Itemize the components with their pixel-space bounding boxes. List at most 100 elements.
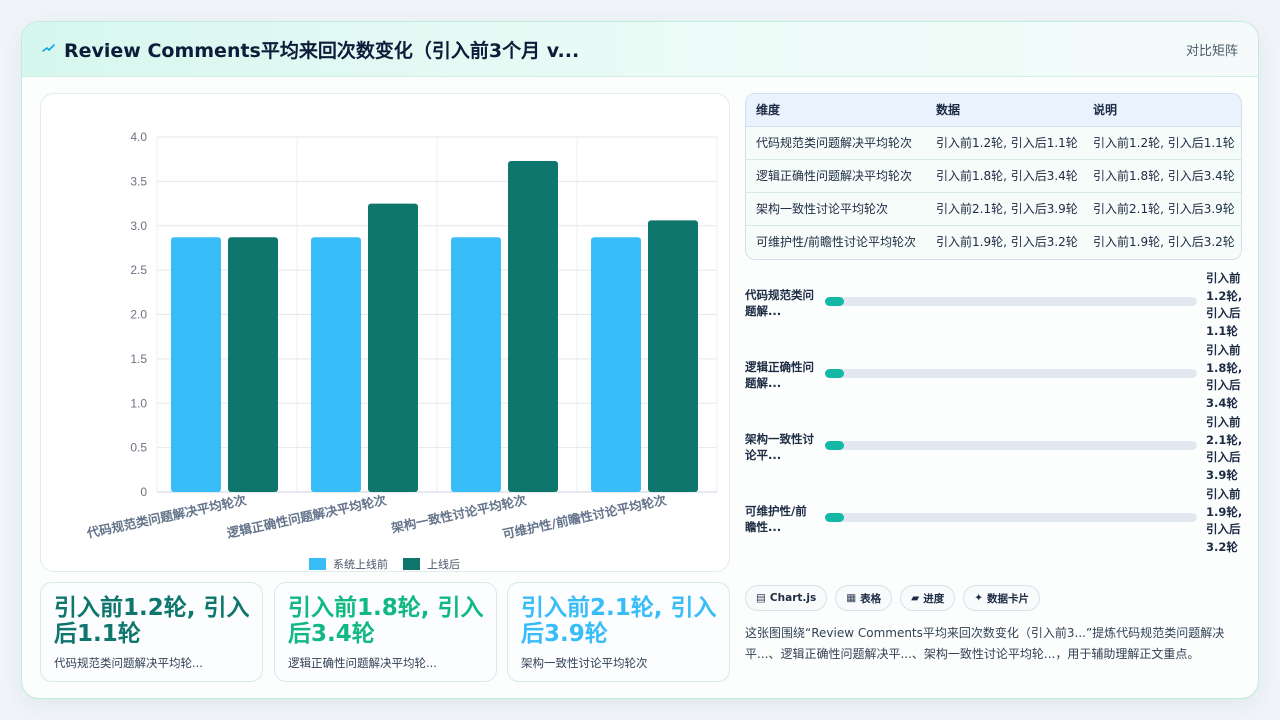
table-row: 可维护性/前瞻性讨论平均轮次 引入前1.9轮, 引入后3.2轮 引入前1.9轮,… [746,225,1241,258]
chip-row: ▤ Chart.js ▦ 表格 ▰ 进度 ✦ 数据卡片 [745,585,1041,611]
progress-fill [825,441,844,450]
y-tick-label: 0.5 [130,441,147,455]
progress-label-line: 架构一致性讨 [745,432,814,446]
table-header-cell: 说明 [1083,94,1241,127]
progress-value-line: 3.9轮 [1206,467,1238,482]
bar [368,203,418,492]
progress-value-line: 3.2轮 [1206,539,1238,554]
bar [228,237,278,492]
table-row: 逻辑正确性问题解决平均轮次 引入前1.8轮, 引入后3.4轮 引入前1.8轮, … [746,159,1241,193]
table-cell: 引入前1.2轮, 引入后1.1轮 [926,126,1083,160]
table-header-cell: 数据 [926,94,1083,127]
progress-label: 可维护性/前 瞻性... [745,503,821,535]
y-tick-label: 2.0 [130,308,147,322]
table-cell: 代码规范类问题解决平均轮次 [746,126,926,160]
x-tick-label: 逻辑正确性问题解决平均轮次 [226,492,389,541]
chip-table[interactable]: ▦ 表格 [835,585,893,611]
progress-label-line: 可维护性/前 [745,504,807,518]
chip-label: Chart.js [769,592,817,604]
table-cell: 引入前1.9轮, 引入后3.2轮 [1083,225,1241,258]
stat-label: 逻辑正确性问题解决平均轮... [288,656,437,670]
progress-value-line: 引入后 [1206,450,1241,464]
bar [508,160,558,492]
progress-value-line: 引入后 [1206,378,1241,392]
progress-label-line: 逻辑正确性问 [745,360,814,374]
y-tick-label: 4.0 [130,130,147,144]
progress-value-line: 1.8轮, [1206,360,1243,375]
progress-value-line: 引入后 [1206,522,1241,536]
progress-value-line: 引入后 [1206,306,1241,320]
table-cell: 引入前1.8轮, 引入后3.4轮 [1083,159,1241,193]
progress-value-line: 1.9轮, [1206,504,1243,519]
legend-swatch [403,558,420,570]
progress-label-line: 论平... [745,448,782,462]
legend-swatch [309,558,326,570]
progress-value-line: 3.4轮 [1206,395,1238,410]
table-row: 代码规范类问题解决平均轮次 引入前1.2轮, 引入后1.1轮 引入前1.2轮, … [746,126,1241,160]
table-cell: 架构一致性讨论平均轮次 [746,192,926,226]
chart-icon: ▤ [756,592,766,604]
y-tick-label: 0 [140,485,147,499]
progress-row: 可维护性/前 瞻性... 引入前 1.9轮, 引入后 3.2轮 [745,486,1242,554]
progress-track [825,441,1197,450]
progress-row: 代码规范类问 题解... 引入前 1.2轮, 引入后 1.1轮 [745,270,1242,338]
progress-value: 引入前 1.2轮, 引入后 1.1轮 [1206,270,1246,340]
bar [311,237,361,492]
table-cell: 可维护性/前瞻性讨论平均轮次 [746,225,926,258]
sparkle-icon: ✦ [974,592,984,604]
y-tick-label: 3.0 [130,219,147,233]
page-title: Review Comments平均来回次数变化（引入前3个月 v... [64,39,580,62]
progress-track [825,369,1197,378]
progress-track [825,513,1197,522]
progress-row: 逻辑正确性问 题解... 引入前 1.8轮, 引入后 3.4轮 [745,342,1242,410]
progress-row: 架构一致性讨 论平... 引入前 2.1轮, 引入后 3.9轮 [745,414,1242,482]
progress-fill [825,513,844,522]
progress-label: 逻辑正确性问 题解... [745,359,821,391]
progress-label-line: 瞻性... [745,520,782,534]
progress-value: 引入前 2.1轮, 引入后 3.9轮 [1206,414,1246,484]
progress-value: 引入前 1.9轮, 引入后 3.2轮 [1206,486,1246,556]
description-text: 这张图围绕“Review Comments平均来回次数变化（引入前3...”提炼… [745,626,1225,661]
progress-value: 引入前 1.8轮, 引入后 3.4轮 [1206,342,1246,412]
chip-label: 进度 [923,592,945,605]
chip-chartjs[interactable]: ▤ Chart.js [745,585,828,611]
y-tick-label: 2.5 [130,263,147,277]
progress-label: 架构一致性讨 论平... [745,431,821,463]
pulse-icon [42,44,55,52]
stat-value: 引入前1.2轮, 引入后1.1轮 [54,595,250,647]
chip-data-cards[interactable]: ✦ 数据卡片 [963,585,1041,611]
stat-value: 引入前2.1轮, 引入后3.9轮 [521,595,717,647]
table-icon: ▦ [846,592,857,604]
stat-label: 架构一致性讨论平均轮次 [521,656,648,670]
progress-value-line: 引入前 [1206,415,1241,429]
progress-fill [825,297,844,306]
bar-chart: 0 0.5 1.0 1.5 2.0 2.5 3.0 3.5 4.0 代码规范类问题解决平均轮次逻辑… [85,130,718,571]
table-cell: 引入前2.1轮, 引入后3.9轮 [1083,192,1241,226]
table-header-cell: 维度 [746,94,926,127]
table-header-row: 维度 数据 说明 [746,94,1241,127]
stat-value: 引入前1.8轮, 引入后3.4轮 [288,595,484,647]
y-tick-label: 1.5 [130,352,147,366]
stat-card: 引入前2.1轮, 引入后3.9轮 架构一致性讨论平均轮次 [507,582,730,682]
table-cell: 引入前1.2轮, 引入后1.1轮 [1083,126,1241,160]
bar [591,237,641,492]
legend-label: 上线后 [427,557,460,571]
progress-value-line: 2.1轮, [1206,432,1243,447]
chip-label: 表格 [860,592,882,605]
progress-value-line: 引入前 [1206,271,1241,285]
bar [171,237,221,492]
progress-value-line: 1.2轮, [1206,288,1243,303]
chip-progress[interactable]: ▰ 进度 [900,585,956,611]
progress-label: 代码规范类问 题解... [745,287,821,319]
x-tick-label: 代码规范类问题解决平均轮次 [85,492,249,541]
progress-icon: ▰ [911,592,920,604]
table-cell: 逻辑正确性问题解决平均轮次 [746,159,926,193]
header-bar: Review Comments平均来回次数变化（引入前3个月 v... 对比矩阵 [22,22,1258,77]
table-cell: 引入前1.8轮, 引入后3.4轮 [926,159,1083,193]
progress-fill [825,369,844,378]
stat-label: 代码规范类问题解决平均轮... [54,656,203,670]
stat-card: 引入前1.8轮, 引入后3.4轮 逻辑正确性问题解决平均轮... [274,582,497,682]
view-mode-label[interactable]: 对比矩阵 [1186,40,1238,59]
y-tick-label: 1.0 [130,396,147,410]
legend-label: 系统上线前 [333,557,388,571]
